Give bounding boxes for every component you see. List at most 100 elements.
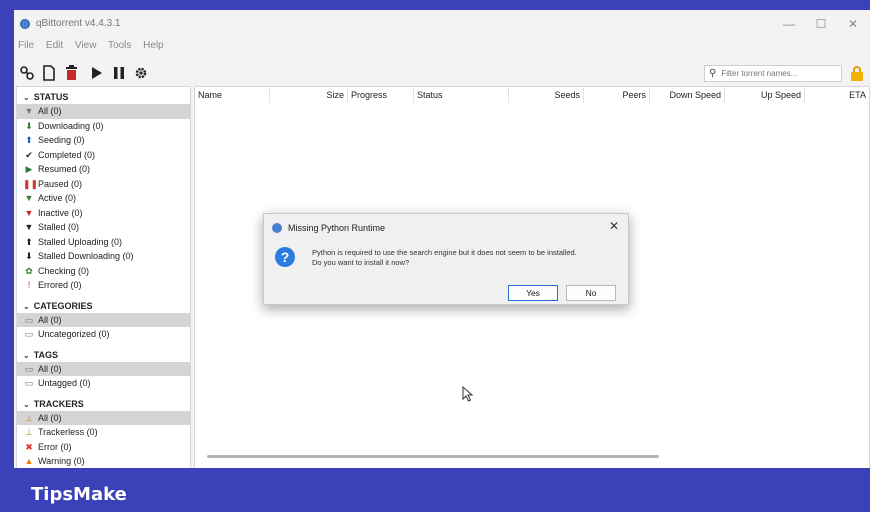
status-icon: ✔ <box>25 149 33 160</box>
sidebar-item-status-3[interactable]: ✔ Completed (0) <box>17 148 190 163</box>
sidebar-item-status-4[interactable]: ▶ Resumed (0) <box>17 162 190 177</box>
status-icon: ▼ <box>24 193 34 203</box>
yes-button[interactable]: Yes <box>508 285 558 301</box>
status-icon: ▲ <box>24 456 34 466</box>
sidebar-item-trackers-1[interactable]: ⊥ Trackerless (0) <box>17 425 190 440</box>
add-file-icon[interactable] <box>40 64 58 82</box>
sidebar-item-label: Seeding (0) <box>38 135 85 145</box>
sidebar-item-categories-0[interactable]: ▭ All (0) <box>17 312 190 327</box>
lock-icon[interactable] <box>850 66 864 82</box>
status-icon: ✿ <box>25 265 33 276</box>
sidebar-item-status-2[interactable]: ⬆ Seeding (0) <box>17 133 190 148</box>
status-icon: ▼ <box>24 106 34 116</box>
maximize-button[interactable]: ☐ <box>806 14 836 34</box>
sidebar-item-label: Stalled (0) <box>38 222 80 232</box>
status-header[interactable]: ⌄ STATUS <box>17 90 190 104</box>
question-icon: ? <box>275 247 295 267</box>
sidebar-item-status-0[interactable]: ▼ All (0) <box>17 104 190 119</box>
sidebar-item-label: Stalled Uploading (0) <box>38 236 123 247</box>
sidebar-item-label: Trackerless (0) <box>38 427 98 437</box>
categories-header[interactable]: ⌄ CATEGORIES <box>17 299 190 313</box>
status-icon: ▭ <box>24 329 34 339</box>
status-icon: ⬇ <box>25 251 33 261</box>
status-icon: ▭ <box>24 363 34 374</box>
sidebar-item-status-11[interactable]: ✿ Checking (0) <box>17 264 190 279</box>
column-eta[interactable]: ETA <box>805 87 869 103</box>
chevron-down-icon: ⌄ <box>23 399 30 409</box>
status-icon: ✖ <box>25 441 33 452</box>
brand-logo: TipsMake <box>31 484 127 505</box>
column-size[interactable]: Size <box>270 87 348 103</box>
filter-input[interactable] <box>721 69 832 78</box>
sidebar-item-status-10[interactable]: ⬇ Stalled Downloading (0) <box>17 249 190 264</box>
sidebar-item-status-6[interactable]: ▼ Active (0) <box>17 191 190 206</box>
sidebar-item-tags-0[interactable]: ▭ All (0) <box>17 361 190 376</box>
column-up-speed[interactable]: Up Speed <box>725 87 805 103</box>
tags-header[interactable]: ⌄ TAGS <box>17 348 190 362</box>
column-progress[interactable]: Progress <box>348 87 414 103</box>
sidebar-item-label: Error (0) <box>38 441 72 452</box>
chevron-down-icon: ⌄ <box>23 93 30 102</box>
pause-icon[interactable] <box>110 64 128 82</box>
column-down-speed[interactable]: Down Speed <box>650 87 725 103</box>
sidebar-item-label: Untagged (0) <box>38 378 91 388</box>
menu-bar: File Edit View Tools Help <box>18 40 173 54</box>
delete-icon[interactable] <box>62 64 80 82</box>
add-link-icon[interactable] <box>18 64 36 82</box>
missing-python-dialog: Missing Python Runtime ✕ ? Python is req… <box>263 213 629 305</box>
status-icon: ⊥ <box>25 412 33 423</box>
play-icon[interactable] <box>88 64 106 82</box>
sidebar-item-trackers-2[interactable]: ✖ Error (0) <box>17 440 190 455</box>
sidebar-item-label: All (0) <box>38 412 62 423</box>
close-button[interactable]: ✕ <box>838 14 868 34</box>
sidebar-item-status-8[interactable]: ▼ Stalled (0) <box>17 220 190 235</box>
qbittorrent-icon <box>20 19 30 29</box>
horizontal-scrollbar[interactable] <box>207 455 659 458</box>
chevron-down-icon: ⌄ <box>23 350 30 360</box>
menu-file[interactable]: File <box>18 40 34 51</box>
sidebar-item-label: Downloading (0) <box>38 120 104 131</box>
sidebar: ⌄ STATUS ▼ All (0) ⬇ Downloading (0) ⬆ Seeding… <box>16 86 191 468</box>
status-icon: ⊥ <box>25 427 33 437</box>
sidebar-item-trackers-3[interactable]: ▲ Warning (0) <box>17 454 190 468</box>
menu-tools[interactable]: Tools <box>108 40 131 51</box>
sidebar-item-label: Inactive (0) <box>38 207 83 218</box>
tags-list: ▭ All (0) ▭ Untagged (0) <box>17 361 190 391</box>
gear-icon[interactable] <box>132 64 150 82</box>
status-icon: ⬆ <box>25 135 33 145</box>
dialog-message-line2: Do you want to install it now? <box>312 258 410 267</box>
status-icon: ▼ <box>24 207 34 218</box>
qbittorrent-icon <box>272 223 282 233</box>
sidebar-item-label: Warning (0) <box>38 456 85 466</box>
sidebar-item-status-7[interactable]: ▼ Inactive (0) <box>17 206 190 221</box>
trackers-list: ⊥ All (0) ⊥ Trackerless (0) ✖ Error (0) ▲ Warni… <box>17 410 190 469</box>
status-icon: ⬆ <box>25 236 33 247</box>
menu-edit[interactable]: Edit <box>46 40 63 51</box>
sidebar-item-status-9[interactable]: ⬆ Stalled Uploading (0) <box>17 235 190 250</box>
sidebar-item-status-1[interactable]: ⬇ Downloading (0) <box>17 119 190 134</box>
sidebar-item-label: All (0) <box>38 363 62 374</box>
search-icon: ⚲ <box>709 68 717 79</box>
column-seeds[interactable]: Seeds <box>509 87 584 103</box>
column-name[interactable]: Name <box>195 87 270 103</box>
column-peers[interactable]: Peers <box>584 87 650 103</box>
sidebar-item-status-12[interactable]: ! Errored (0) <box>17 278 190 293</box>
status-icon: ❚❚ <box>23 178 39 189</box>
sidebar-item-status-5[interactable]: ❚❚ Paused (0) <box>17 177 190 192</box>
sidebar-item-trackers-0[interactable]: ⊥ All (0) <box>17 410 190 425</box>
sidebar-item-label: Paused (0) <box>38 178 83 189</box>
menu-help[interactable]: Help <box>143 40 164 51</box>
status-icon: ! <box>27 280 31 290</box>
column-status[interactable]: Status <box>414 87 509 103</box>
dialog-close-button[interactable]: ✕ <box>609 219 619 233</box>
mouse-cursor-icon <box>462 386 474 402</box>
menu-view[interactable]: View <box>75 40 97 51</box>
filter-box: ⚲ <box>704 65 842 82</box>
sidebar-item-categories-1[interactable]: ▭ Uncategorized (0) <box>17 327 190 342</box>
trackers-header[interactable]: ⌄ TRACKERS <box>17 397 190 411</box>
sidebar-item-label: Stalled Downloading (0) <box>38 251 134 261</box>
sidebar-item-tags-1[interactable]: ▭ Untagged (0) <box>17 376 190 391</box>
minimize-button[interactable]: — <box>774 14 804 34</box>
no-button[interactable]: No <box>566 285 616 301</box>
sidebar-item-label: Checking (0) <box>38 265 90 276</box>
